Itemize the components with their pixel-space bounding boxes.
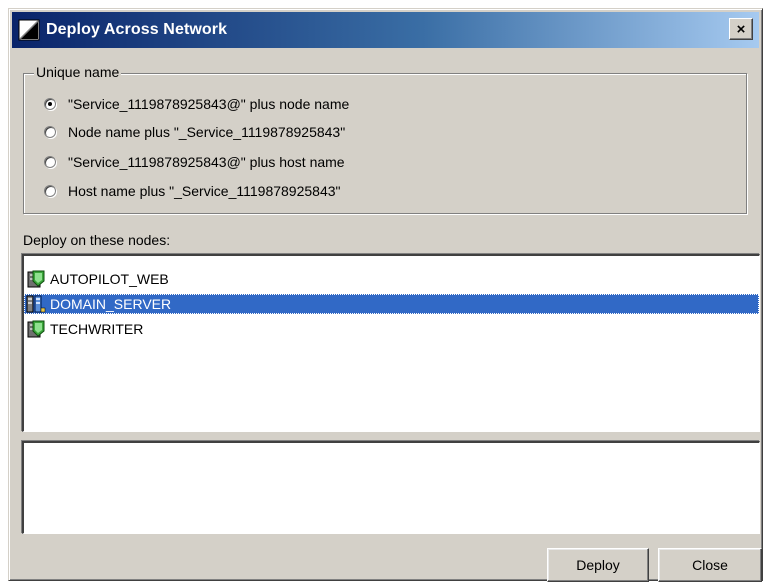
- list-item-techwriter[interactable]: TECHWRITER: [24, 319, 759, 339]
- server-node-icon: [27, 320, 45, 338]
- unique-name-legend: Unique name: [34, 64, 122, 80]
- radio-button[interactable]: [44, 126, 56, 138]
- radio-label: Node name plus "_Service_1119878925843": [68, 124, 346, 140]
- unique-name-option-node-suffix[interactable]: "Service_1119878925843@" plus node name: [44, 94, 349, 114]
- list-item-label: TECHWRITER: [50, 321, 144, 337]
- close-button[interactable]: Close: [658, 548, 762, 582]
- radio-label: Host name plus "_Service_1119878925843": [68, 183, 341, 199]
- domain-server-icon: [26, 295, 46, 313]
- radio-button[interactable]: [44, 185, 56, 197]
- close-icon: ×: [736, 20, 746, 38]
- nodes-list-label: Deploy on these nodes:: [23, 232, 171, 248]
- title-bar[interactable]: Deploy Across Network ×: [12, 12, 759, 48]
- radio-button[interactable]: [44, 156, 56, 168]
- unique-name-option-host-suffix[interactable]: "Service_1119878925843@" plus host name: [44, 152, 345, 172]
- radio-label: "Service_1119878925843@" plus host name: [68, 154, 345, 170]
- deploy-dialog: Deploy Across Network × Unique name "Ser…: [8, 8, 763, 582]
- title-close-button[interactable]: ×: [729, 18, 753, 40]
- deploy-output-area[interactable]: [22, 441, 760, 534]
- server-node-icon: [27, 270, 45, 288]
- radio-label: "Service_1119878925843@" plus node name: [68, 96, 350, 112]
- deploy-app-icon: [18, 19, 40, 41]
- radio-button-checked[interactable]: [44, 98, 56, 110]
- list-item-label: AUTOPILOT_WEB: [50, 271, 169, 287]
- unique-name-option-host-prefix[interactable]: Host name plus "_Service_1119878925843": [44, 181, 341, 201]
- dialog-title: Deploy Across Network: [46, 21, 228, 38]
- list-item-autopilot-web[interactable]: AUTOPILOT_WEB: [24, 269, 759, 289]
- nodes-listbox[interactable]: AUTOPILOT_WEB DOMAIN_SERVER TECHWRITER: [22, 254, 760, 432]
- list-item-label: DOMAIN_SERVER: [50, 296, 172, 312]
- list-item-domain-server[interactable]: DOMAIN_SERVER: [24, 294, 759, 314]
- unique-name-option-node-prefix[interactable]: Node name plus "_Service_1119878925843": [44, 122, 345, 142]
- unique-name-group: Unique name "Service_1119878925843@" plu…: [23, 64, 747, 214]
- deploy-button[interactable]: Deploy: [547, 548, 649, 582]
